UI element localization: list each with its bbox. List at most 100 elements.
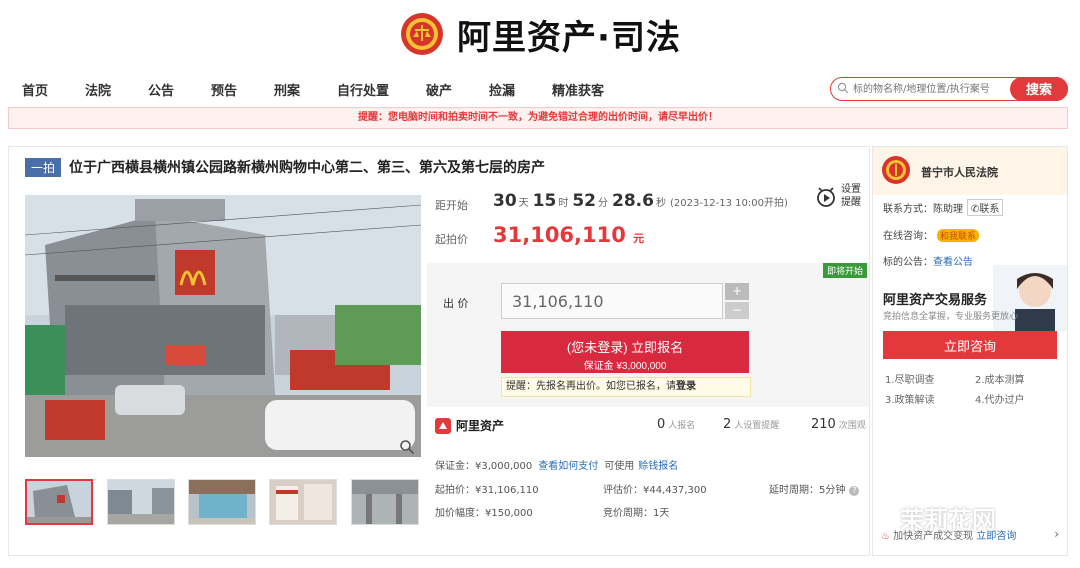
time-mismatch-notice: 提醒：您电脑时间和拍卖时间不一致，为避免错过合理的出价时间，请尽早出价！ bbox=[8, 107, 1068, 129]
help-icon[interactable]: ? bbox=[849, 486, 860, 496]
reminder-count-number: 2 bbox=[723, 417, 732, 432]
countdown-minutes-unit: 分 bbox=[598, 198, 609, 209]
set-reminder-label: 设置提醒 bbox=[841, 184, 861, 208]
search-icon bbox=[837, 82, 849, 94]
nav-precise-leads[interactable]: 精准获客 bbox=[552, 80, 604, 99]
nav-announcement[interactable]: 公告 bbox=[148, 80, 174, 99]
bid-label: 出 价 bbox=[443, 297, 469, 310]
notice-label: 标的公告： bbox=[883, 257, 933, 268]
court-emblem-icon bbox=[401, 13, 444, 55]
property-main-photo[interactable] bbox=[25, 195, 421, 457]
bid-amount-input[interactable] bbox=[501, 283, 723, 319]
nav-bankruptcy[interactable]: 破产 bbox=[426, 80, 452, 99]
contact-button[interactable]: ✆联系 bbox=[967, 199, 1004, 216]
service-cost-estimate[interactable]: 2.成本测算 bbox=[975, 371, 1025, 386]
login-link[interactable]: 登录 bbox=[676, 381, 696, 392]
countdown-days: 30 bbox=[493, 191, 517, 211]
brand-title: 阿里资产·司法 bbox=[457, 17, 681, 58]
credit-signup-link[interactable]: 赊钱报名 bbox=[638, 461, 678, 472]
thumbnail-5[interactable] bbox=[351, 479, 419, 525]
countdown-label: 距开始 bbox=[435, 199, 468, 212]
detail-cycle: 竞价周期：1天 bbox=[603, 508, 670, 519]
detail-extension-text: 延时周期：5分钟 bbox=[769, 485, 846, 496]
court-name: 普宁市人民法院 bbox=[921, 166, 998, 179]
thumbnail-2[interactable] bbox=[107, 479, 175, 525]
detail-appraisal: 评估价：¥44,437,300 bbox=[603, 485, 707, 496]
auction-stats: 阿里资产 0 人报名 2 人设置提醒 210 次围观 bbox=[427, 413, 869, 441]
search-input[interactable] bbox=[853, 80, 1013, 98]
watermark: 茉莉花网 bbox=[900, 506, 996, 534]
detail-extension: 延时周期：5分钟? bbox=[769, 481, 860, 496]
alarm-clock-icon bbox=[817, 187, 835, 207]
signup-main-label: (您未登录) 立即报名 bbox=[566, 340, 684, 355]
view-count-unit: 次围观 bbox=[838, 421, 866, 431]
nav-court[interactable]: 法院 bbox=[85, 80, 111, 99]
service-policy[interactable]: 3.政策解读 bbox=[885, 391, 935, 406]
nav-bargain[interactable]: 捡漏 bbox=[489, 80, 515, 99]
lot-title: 位于广西横县横州镇公园路新横州购物中心第二、第三、第六及第七层的房产 bbox=[69, 160, 546, 176]
view-notice-link[interactable]: 查看公告 bbox=[933, 257, 973, 268]
status-badge: 即将开始 bbox=[822, 263, 867, 278]
signup-tip: 提醒：先报名再出价。如您已报名，请登录 bbox=[501, 377, 751, 397]
bid-decrease-button[interactable]: − bbox=[725, 302, 749, 319]
thumbnail-3[interactable] bbox=[188, 479, 256, 525]
contact-button-label: 联系 bbox=[979, 204, 1000, 215]
set-reminder[interactable]: 设置提醒 bbox=[815, 183, 871, 215]
auction-round-tag: 一拍 bbox=[25, 157, 62, 177]
countdown-hours-unit: 时 bbox=[558, 198, 569, 209]
view-count: 210 次围观 bbox=[811, 417, 866, 432]
thumbnail-1[interactable] bbox=[25, 479, 93, 525]
detail-increment: 加价幅度：¥150,000 bbox=[435, 508, 533, 519]
consult-button[interactable]: 立即咨询 bbox=[883, 331, 1057, 359]
online-chat-row: 在线咨询： 和我联系 bbox=[883, 227, 980, 242]
thumbnail-4[interactable] bbox=[269, 479, 337, 525]
deposit-text: 保证金：¥3,000,000 bbox=[435, 461, 533, 472]
court-header: 普宁市人民法院 bbox=[873, 147, 1067, 195]
nav-preview[interactable]: 预告 bbox=[211, 80, 237, 99]
contact-name: 陈助理 bbox=[933, 204, 963, 215]
signup-tip-text: 提醒：先报名再出价。如您已报名，请 bbox=[506, 381, 676, 392]
service-due-diligence[interactable]: 1.尽职调查 bbox=[885, 371, 935, 386]
reminder-count-unit: 人设置提醒 bbox=[734, 421, 780, 431]
start-datetime: (2023-12-13 10:00开拍) bbox=[669, 198, 788, 209]
chat-label: 在线咨询： bbox=[883, 231, 933, 242]
ali-asset-brand-label: 阿里资产 bbox=[456, 419, 505, 433]
plus-icon: + bbox=[731, 284, 743, 298]
bid-increase-button[interactable]: + bbox=[725, 283, 749, 300]
chat-button[interactable]: 和我联系 bbox=[937, 229, 980, 242]
view-count-number: 210 bbox=[811, 417, 836, 432]
countdown-minutes: 52 bbox=[572, 191, 597, 211]
signup-button[interactable]: (您未登录) 立即报名 保证金 ¥3,000,000 bbox=[501, 331, 749, 373]
minus-icon: − bbox=[731, 303, 743, 317]
search-button[interactable]: 搜索 bbox=[1010, 76, 1068, 101]
start-price-unit: 元 bbox=[633, 232, 645, 245]
start-price-label: 起拍价 bbox=[435, 233, 468, 246]
may-use-text: 可使用 bbox=[604, 461, 635, 472]
chevron-right-icon[interactable]: › bbox=[1054, 527, 1059, 541]
signup-deposit-label: 保证金 ¥3,000,000 bbox=[583, 361, 667, 372]
nav-self-disposal[interactable]: 自行处置 bbox=[337, 80, 389, 99]
reminder-count: 2 人设置提醒 bbox=[723, 417, 779, 432]
signup-count-number: 0 bbox=[657, 417, 666, 432]
lot-notice-row: 标的公告：查看公告 bbox=[883, 253, 973, 268]
court-side-panel: 普宁市人民法院 联系方式：陈助理 ✆联系 在线咨询： 和我联系 标的公告：查看公告 … bbox=[872, 146, 1068, 556]
nav-criminal[interactable]: 刑案 bbox=[274, 80, 300, 99]
ali-asset-logo-icon bbox=[435, 417, 451, 434]
contact-label: 联系方式： bbox=[883, 204, 933, 215]
fast-cash-icon: ♨ bbox=[881, 531, 890, 542]
signup-count: 0 人报名 bbox=[657, 417, 695, 432]
countdown: 30 天 15 时 52 分 28.6 秒 (2023-12-13 10:00开… bbox=[493, 191, 788, 211]
countdown-hours: 15 bbox=[532, 191, 557, 211]
search-box: 搜索 bbox=[830, 76, 1068, 101]
how-to-pay-link[interactable]: 查看如何支付 bbox=[538, 461, 598, 472]
deposit-row: 保证金：¥3,000,000 查看如何支付 可使用 赊钱报名 bbox=[435, 457, 678, 472]
service-transfer[interactable]: 4.代办过户 bbox=[975, 391, 1025, 406]
nav-home[interactable]: 首页 bbox=[22, 80, 48, 99]
start-price-value: 31,106,110 元 bbox=[493, 223, 644, 247]
auction-main-panel: 一拍 位于广西横县横州镇公园路新横州购物中心第二、第三、第六及第七层的房产 距开… bbox=[8, 146, 870, 556]
mall-building-image bbox=[25, 195, 421, 457]
ali-asset-brand: 阿里资产 bbox=[435, 417, 504, 434]
start-price-number: 31,106,110 bbox=[493, 223, 626, 247]
signup-count-unit: 人报名 bbox=[668, 421, 696, 431]
zoom-icon[interactable] bbox=[399, 439, 415, 455]
